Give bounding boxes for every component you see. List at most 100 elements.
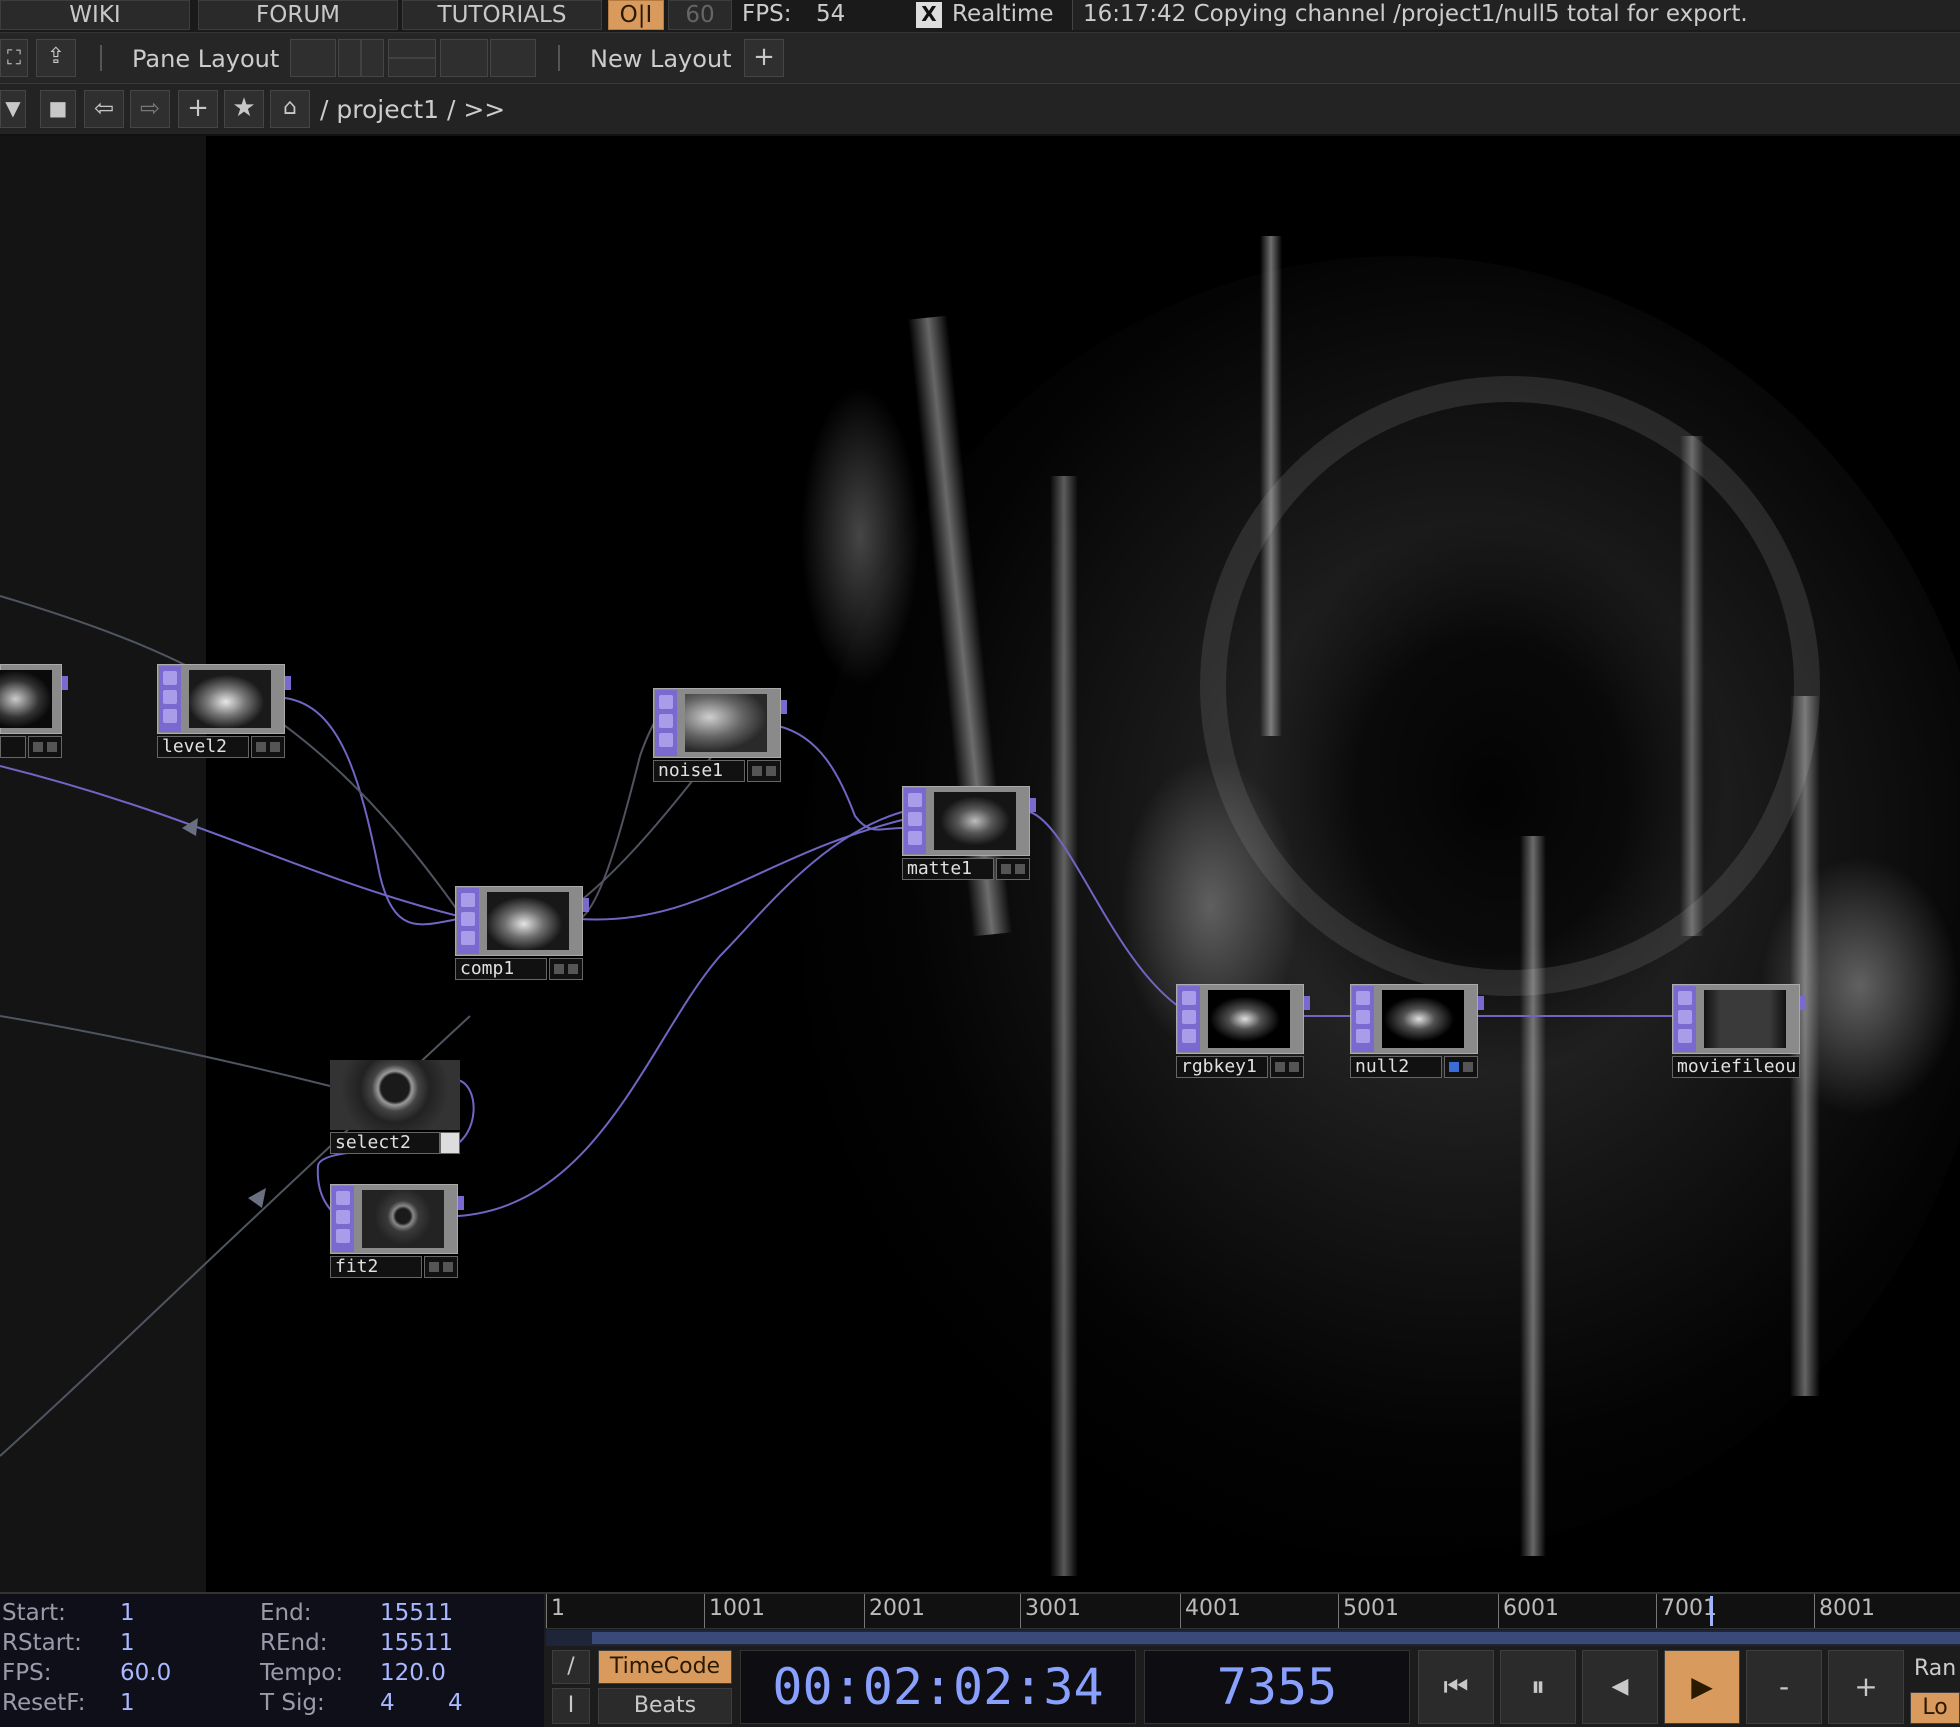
output-connector[interactable] (1030, 798, 1036, 812)
network-path[interactable]: / project1 / >> (320, 95, 505, 124)
timeline-ruler[interactable]: 1 1001 2001 3001 4001 5001 6001 7001 800… (546, 1594, 1960, 1629)
output-connector[interactable] (583, 898, 589, 912)
fps-label: FPS: (2, 1660, 52, 1686)
layout-split-horizontal-icon[interactable] (388, 39, 436, 77)
network-path-bar: ▼ ■ ⇦ ⇨ + ★ ⌂ / project1 / >> (0, 84, 1960, 136)
layout-split-vertical-icon[interactable] (338, 39, 384, 77)
tsig-numerator[interactable]: 4 (380, 1690, 395, 1716)
tsig-label: T Sig: (260, 1690, 325, 1716)
decrease-speed-button[interactable]: - (1746, 1650, 1822, 1724)
tempo-label: Tempo: (260, 1660, 344, 1686)
output-connector[interactable] (285, 676, 291, 690)
stop-icon[interactable]: ■ (40, 90, 76, 128)
bookmark-star-icon[interactable]: ★ (224, 90, 264, 128)
operator-node-select2[interactable]: select2 (330, 1060, 460, 1154)
go-to-start-button[interactable]: ⏮ (1418, 1650, 1494, 1724)
end-label: End: (260, 1600, 312, 1626)
output-connector[interactable] (1478, 996, 1484, 1010)
fps-value[interactable]: 60.0 (120, 1660, 171, 1686)
start-value[interactable]: 1 (120, 1600, 135, 1626)
resetf-value[interactable]: 1 (120, 1690, 135, 1716)
loop-toggle-button[interactable]: Lo (1910, 1692, 1960, 1724)
input-connectors[interactable] (457, 888, 479, 954)
input-connectors[interactable] (904, 788, 926, 854)
operator-node-matte1[interactable]: matte1 (902, 786, 1036, 880)
node-flags[interactable] (747, 760, 781, 782)
timecode-mode-button[interactable]: TimeCode (598, 1650, 732, 1684)
operator-node-partial[interactable] (0, 664, 68, 758)
output-connector[interactable] (1304, 996, 1310, 1010)
status-message: 16:17:42 Copying channel /project1/null5… (1083, 1, 1748, 27)
maximize-pane-icon[interactable]: ⛶ (0, 39, 28, 77)
node-flags[interactable] (1444, 1056, 1478, 1078)
operator-node-rgbkey1[interactable]: rgbkey1 (1176, 984, 1310, 1078)
slash-mode-button[interactable]: / (552, 1650, 590, 1684)
add-operator-button[interactable]: + (178, 90, 218, 128)
output-connector[interactable] (781, 700, 787, 714)
operator-node-null2[interactable]: null2 (1350, 984, 1484, 1078)
forward-arrow-icon[interactable]: ⇨ (130, 90, 170, 128)
playhead-marker[interactable] (1710, 1596, 1713, 1626)
fps-value: 54 (816, 1, 846, 27)
perform-mode-toggle[interactable]: O|I (608, 0, 664, 30)
node-flags[interactable] (996, 858, 1030, 880)
tempo-value[interactable]: 120.0 (380, 1660, 446, 1686)
input-connectors[interactable] (332, 1186, 354, 1252)
node-flags[interactable] (424, 1256, 458, 1278)
timecode-display[interactable]: 00:02:02:34 (740, 1650, 1136, 1724)
layout-single-icon[interactable] (290, 39, 336, 77)
node-label: moviefileou (1672, 1056, 1800, 1078)
layout-three-pane-icon[interactable] (440, 39, 488, 77)
node-flags[interactable] (440, 1132, 460, 1154)
pane-layout-label: Pane Layout (132, 45, 280, 73)
increase-speed-button[interactable]: + (1828, 1650, 1904, 1724)
new-layout-label: New Layout (590, 45, 732, 73)
tab-tutorials[interactable]: TUTORIALS (402, 0, 602, 30)
tab-wiki[interactable]: WIKI (0, 0, 190, 30)
end-value[interactable]: 15511 (380, 1600, 453, 1626)
node-label: matte1 (902, 858, 994, 880)
range-scrubber[interactable] (546, 1630, 1960, 1646)
rend-value[interactable]: 15511 (380, 1630, 453, 1656)
operator-thumbnail (1704, 990, 1786, 1048)
node-flags[interactable] (28, 736, 62, 758)
cook-rate-field[interactable]: 60 (668, 0, 732, 30)
operator-node-level2[interactable]: level2 (157, 664, 291, 758)
network-editor[interactable]: level2 noise1 matte1 comp1 select2 fit2 … (0, 136, 1960, 1592)
divider (558, 45, 560, 71)
input-connectors[interactable] (655, 690, 677, 756)
input-connectors[interactable] (1178, 986, 1200, 1052)
bar-mode-button[interactable]: I (552, 1688, 590, 1724)
node-flags[interactable] (251, 736, 285, 758)
realtime-label: Realtime (952, 1, 1054, 27)
add-layout-button[interactable]: + (744, 39, 784, 77)
pause-button[interactable]: ⏸ (1500, 1650, 1576, 1724)
chevron-down-icon[interactable]: ▼ (0, 90, 26, 128)
beats-mode-button[interactable]: Beats (598, 1688, 732, 1724)
operator-node-noise1[interactable]: noise1 (653, 688, 787, 782)
input-connectors[interactable] (1352, 986, 1374, 1052)
fps-label: FPS: (742, 1, 792, 27)
node-flags[interactable] (549, 958, 583, 980)
output-connector[interactable] (458, 1196, 464, 1210)
input-connectors[interactable] (159, 666, 181, 732)
realtime-checkbox[interactable]: X (916, 2, 942, 28)
layout-four-pane-icon[interactable] (490, 39, 536, 77)
home-icon[interactable]: ⌂ (270, 90, 310, 128)
step-back-button[interactable]: ◀ (1582, 1650, 1658, 1724)
operator-node-comp1[interactable]: comp1 (455, 886, 589, 980)
operator-node-fit2[interactable]: fit2 (330, 1184, 464, 1278)
node-flags[interactable] (1270, 1056, 1304, 1078)
tsig-denominator[interactable]: 4 (448, 1690, 463, 1716)
frame-display[interactable]: 7355 (1144, 1650, 1410, 1724)
play-button[interactable]: ▶ (1664, 1650, 1740, 1724)
export-icon[interactable]: ⇪ (36, 39, 76, 77)
rstart-value[interactable]: 1 (120, 1630, 135, 1656)
back-arrow-icon[interactable]: ⇦ (84, 90, 124, 128)
node-label: rgbkey1 (1176, 1056, 1268, 1078)
tab-forum[interactable]: FORUM (198, 0, 398, 30)
output-connector[interactable] (1800, 996, 1806, 1010)
input-connectors[interactable] (1674, 986, 1696, 1052)
operator-node-moviefileout[interactable]: moviefileou (1672, 984, 1806, 1078)
output-connector[interactable] (62, 676, 68, 690)
